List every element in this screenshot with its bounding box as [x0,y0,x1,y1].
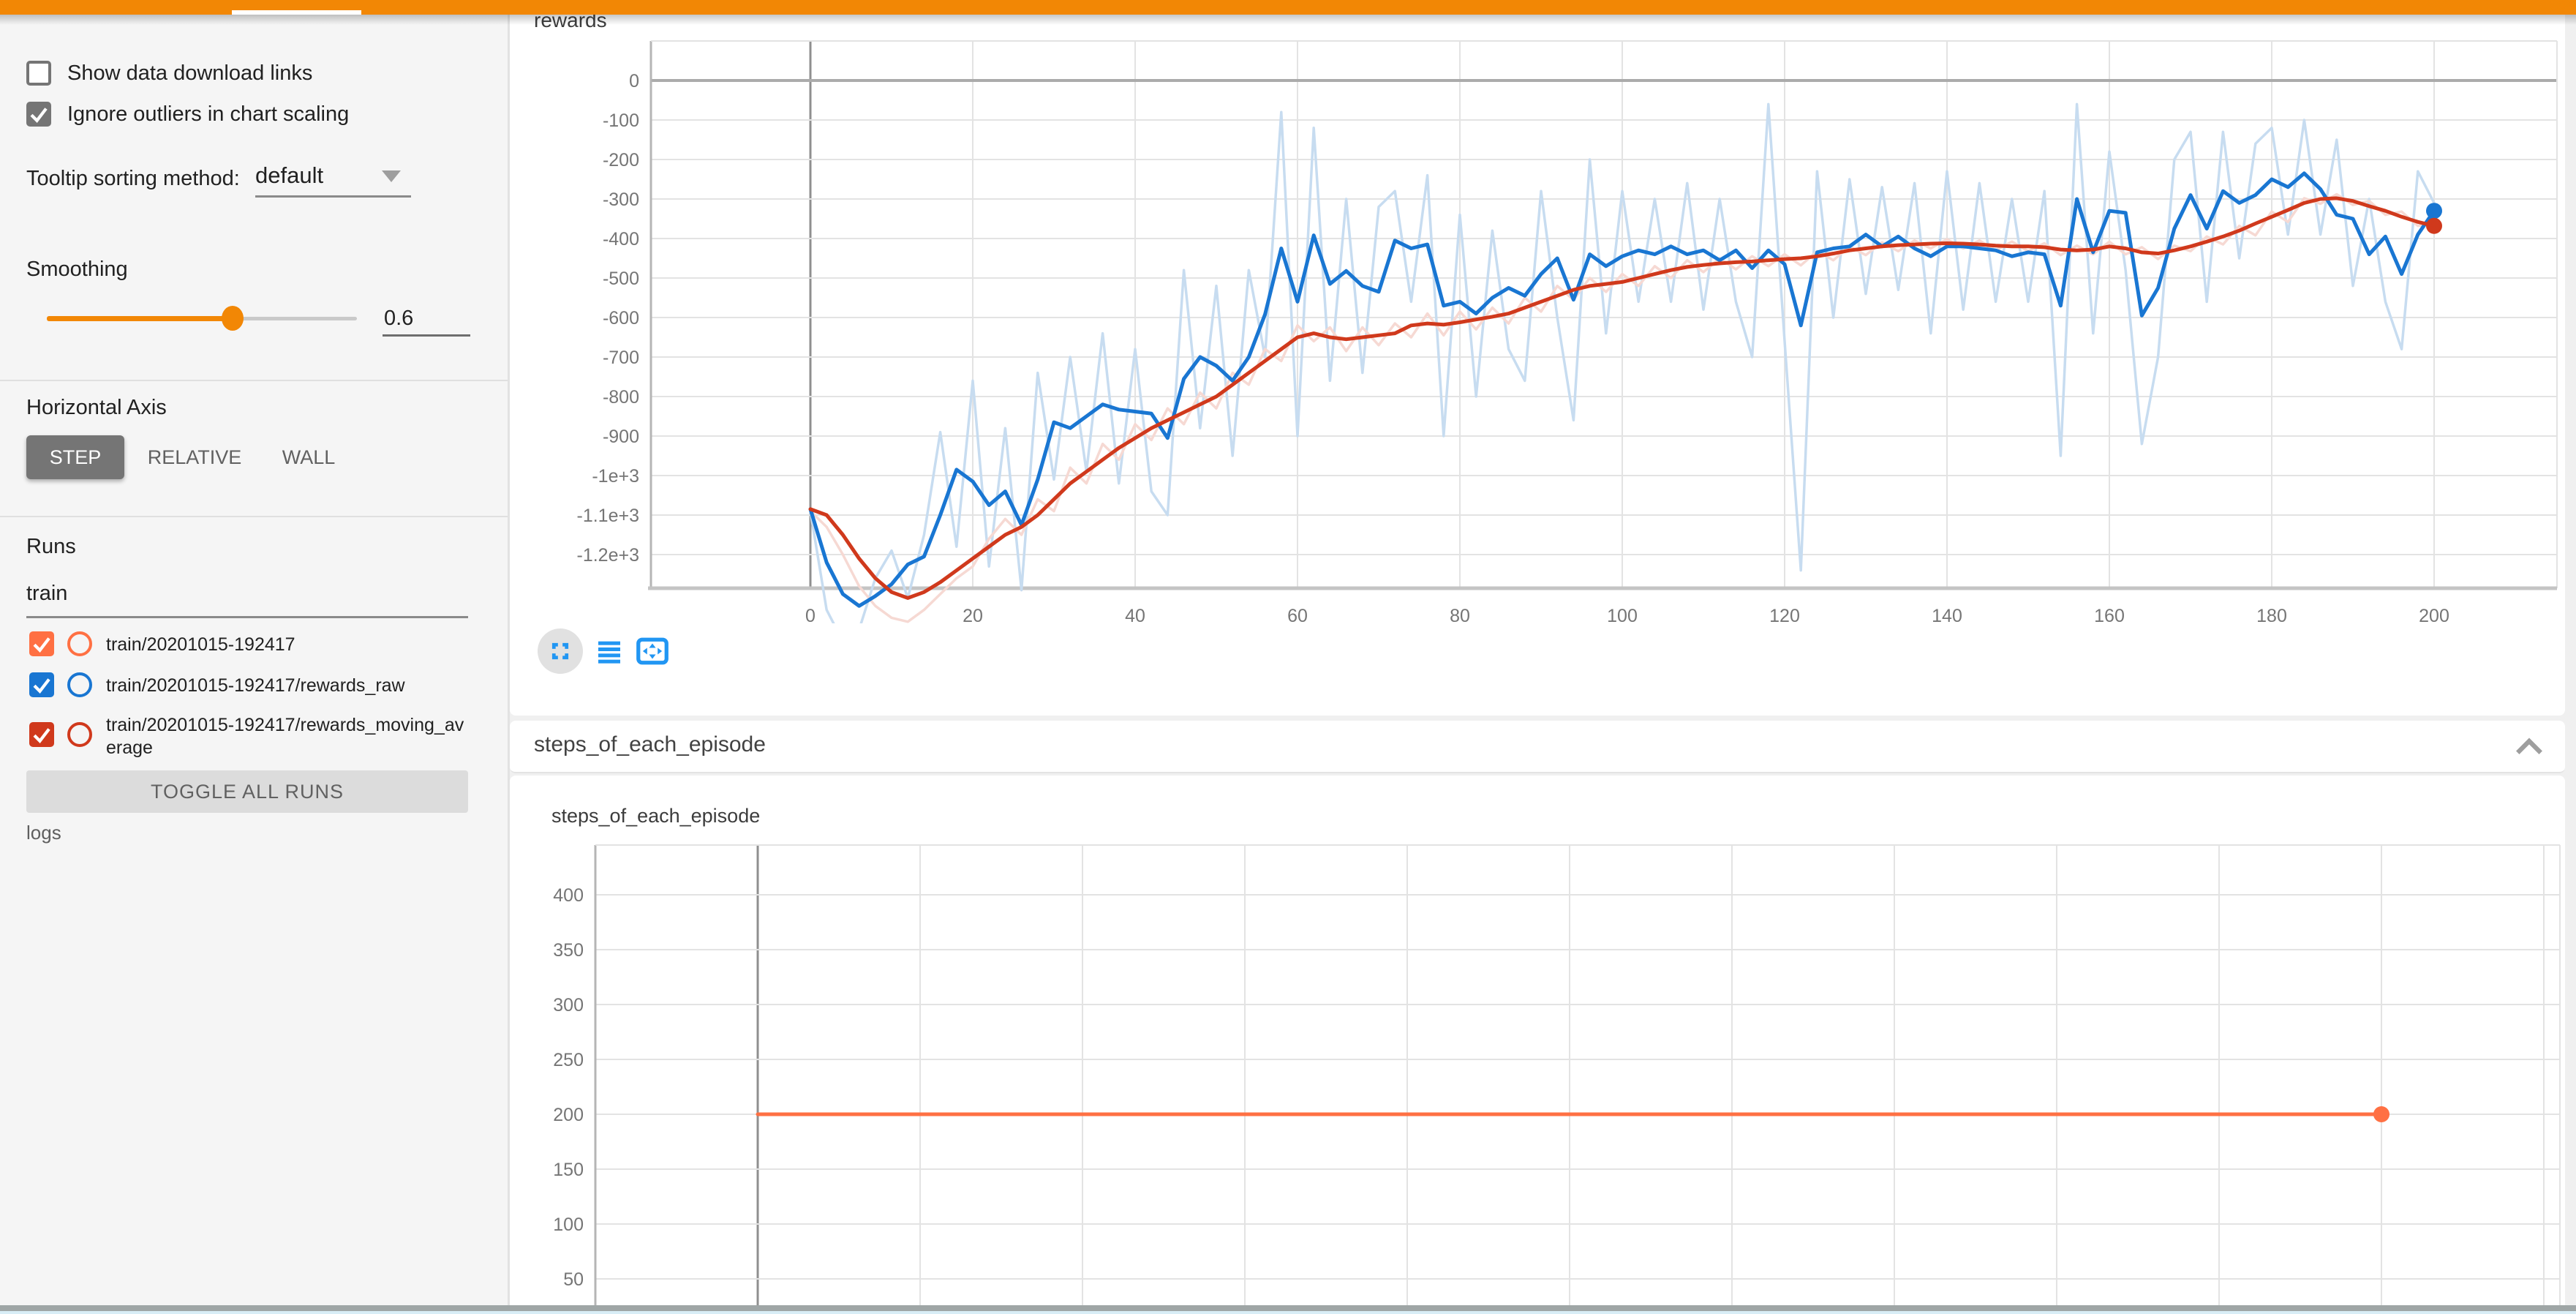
active-tab-underline [232,10,361,15]
run-radio[interactable] [67,722,92,747]
svg-text:-1.1e+3: -1.1e+3 [577,506,640,526]
svg-text:-400: -400 [603,229,639,249]
run-item-label[interactable]: train/20201015-192417 [106,634,295,656]
section-header-title: steps_of_each_episode [534,732,766,757]
svg-text:50: 50 [563,1269,584,1290]
smoothing-slider-thumb[interactable] [222,306,244,331]
run-item-label[interactable]: train/20201015-192417/rewards_moving_ave… [106,714,472,759]
svg-text:40: 40 [1125,606,1145,623]
run-checkbox[interactable] [29,631,54,656]
settings-sidebar: Show data download links Ignore outliers… [0,15,510,1314]
svg-text:200: 200 [2419,606,2449,623]
axis-relative-button[interactable]: RELATIVE [143,435,246,479]
smoothing-slider-fill [47,316,233,321]
svg-text:-300: -300 [603,189,639,210]
divider [0,380,508,381]
svg-text:-500: -500 [603,269,639,289]
rewards-chart[interactable]: 0 -100 -200 -300 -400 -500 -600 -700 -800 -900 -1e… [512,29,2569,623]
svg-text:0: 0 [805,606,816,623]
svg-text:0: 0 [629,71,639,91]
svg-text:350: 350 [553,940,584,961]
section-header[interactable]: steps_of_each_episode [510,721,2565,773]
smoothing-value-underline [383,334,470,337]
tooltip-sorting-label: Tooltip sorting method: [26,167,240,191]
svg-text:80: 80 [1450,606,1470,623]
toolbar-shadow [0,15,2576,25]
run-radio[interactable] [67,631,92,656]
svg-text:300: 300 [553,995,584,1015]
run-checkbox[interactable] [29,722,54,747]
run-radio[interactable] [67,672,92,697]
svg-text:-600: -600 [603,308,639,328]
logs-label: logs [26,822,61,844]
divider [0,516,508,517]
svg-text:400: 400 [553,885,584,906]
svg-text:200: 200 [553,1105,584,1125]
run-filter-underline [26,616,468,618]
svg-text:-800: -800 [603,387,639,408]
bottom-window-edge [0,1305,2576,1311]
svg-text:-200: -200 [603,150,639,170]
top-toolbar [0,0,2576,15]
smoothing-value[interactable]: 0.6 [384,307,413,331]
toggle-all-runs-button[interactable]: TOGGLE ALL RUNS [26,770,468,813]
svg-text:-700: -700 [603,348,639,368]
ignore-outliers-checkbox[interactable] [26,102,51,127]
fit-domain-icon[interactable] [636,636,669,667]
svg-text:-900: -900 [603,427,639,447]
show-download-links-checkbox[interactable] [26,61,51,86]
chevron-down-icon[interactable] [382,170,401,182]
ignore-outliers-label: Ignore outliers in chart scaling [67,102,349,127]
run-item-label[interactable]: train/20201015-192417/rewards_raw [106,675,405,697]
show-download-links-label: Show data download links [67,61,312,86]
fullscreen-icon[interactable] [538,628,583,674]
run-checkbox[interactable] [29,672,54,697]
svg-text:-100: -100 [603,110,639,131]
runs-label: Runs [26,535,76,559]
runs-list-icon[interactable] [595,637,624,666]
svg-text:160: 160 [2094,606,2125,623]
svg-text:60: 60 [1287,606,1308,623]
svg-text:180: 180 [2256,606,2287,623]
chart-toolbar [538,628,669,675]
svg-text:-1.2e+3: -1.2e+3 [577,545,640,566]
axis-step-button[interactable]: STEP [26,435,124,479]
svg-text:20: 20 [963,606,983,623]
svg-text:100: 100 [1607,606,1638,623]
bottom-window-sliver [0,1311,2576,1314]
svg-text:-1e+3: -1e+3 [592,466,639,487]
smoothing-slider-track[interactable] [233,317,357,320]
svg-text:100: 100 [553,1214,584,1235]
steps-chart[interactable]: 400 350 300 250 200 150 100 50 [512,841,2569,1314]
tooltip-sorting-select[interactable]: default [255,162,323,189]
smoothing-label: Smoothing [26,258,128,282]
svg-text:250: 250 [553,1050,584,1070]
horizontal-axis-label: Horizontal Axis [26,396,167,420]
svg-text:150: 150 [553,1160,584,1180]
svg-text:120: 120 [1769,606,1800,623]
chevron-up-icon[interactable] [2514,734,2545,759]
steps-chart-title: steps_of_each_episode [551,805,760,827]
select-underline [255,195,411,198]
axis-wall-button[interactable]: WALL [272,435,345,479]
run-filter-input[interactable]: train [26,582,67,606]
svg-text:140: 140 [1932,606,1962,623]
